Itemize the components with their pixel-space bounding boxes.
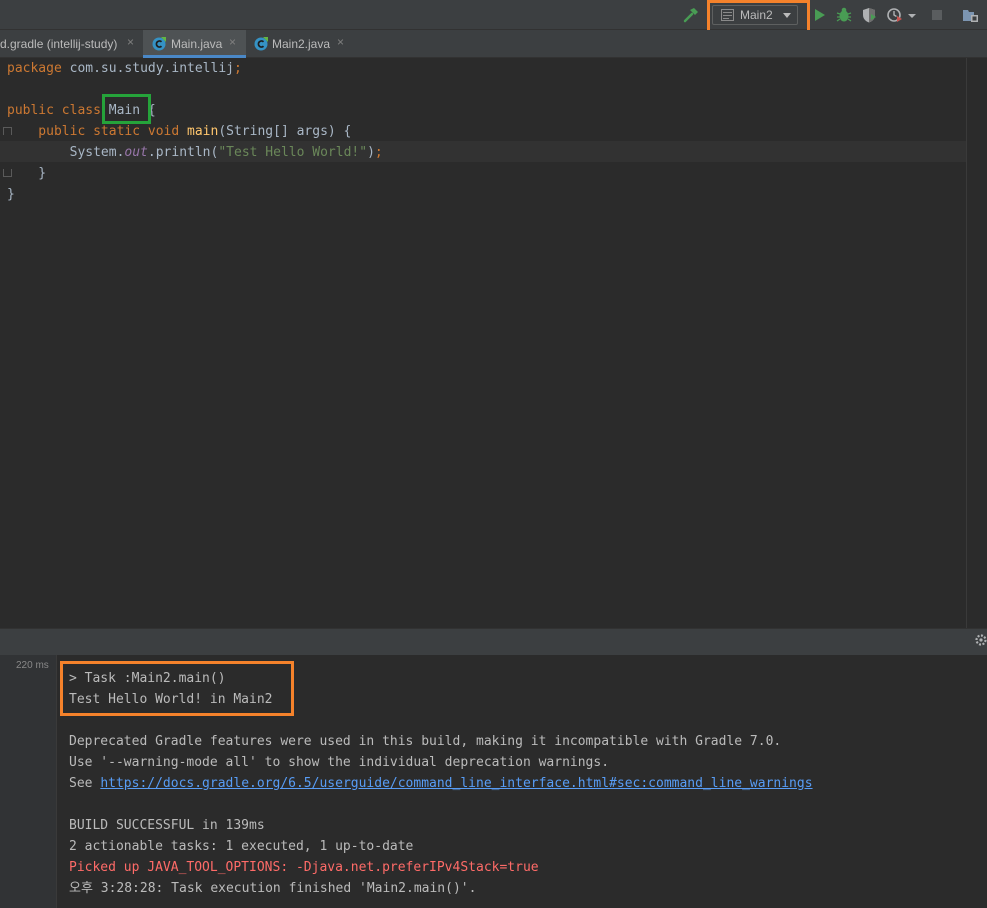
code-line[interactable]: public class Main { — [7, 100, 156, 121]
run-icon[interactable] — [810, 6, 828, 24]
console-line: See https://docs.gradle.org/6.5/userguid… — [69, 773, 813, 794]
console-line: 2 actionable tasks: 1 executed, 1 up-to-… — [69, 836, 413, 857]
project-structure-icon[interactable] — [961, 6, 979, 24]
code-token: } — [7, 166, 47, 181]
run-config-icon — [721, 9, 734, 21]
code-token: Main — [108, 103, 141, 118]
tab-label: d.gradle (intellij-study) — [0, 37, 118, 51]
run-tree-gutter: 220 ms — [0, 655, 57, 908]
run-config-label: Main2 — [740, 8, 773, 22]
java-class-icon — [254, 37, 268, 51]
code-line[interactable]: public static void main(String[] args) { — [7, 121, 351, 142]
tab-label: Main2.java — [272, 37, 331, 51]
fold-marker[interactable] — [3, 169, 12, 177]
debug-icon[interactable] — [835, 6, 853, 24]
code-token: ; — [374, 145, 383, 160]
console-text: Test Hello World! in Main2 — [69, 692, 273, 707]
code-token: System. — [7, 145, 125, 160]
tab-main2-java[interactable]: Main2.java × — [247, 30, 352, 58]
profiler-icon[interactable] — [886, 6, 904, 24]
run-configuration-selector[interactable]: Main2 — [712, 5, 798, 25]
code-token: com.su.study.intellij — [69, 61, 234, 76]
code-token: main — [187, 124, 219, 139]
code-token: .println( — [147, 145, 219, 160]
code-token: public class — [7, 103, 109, 118]
editor-scrollbar[interactable] — [966, 58, 967, 628]
chevron-down-icon — [783, 13, 791, 18]
console-text: BUILD SUCCESSFUL in 139ms — [69, 818, 265, 833]
console-line: Use '--warning-mode all' to show the ind… — [69, 752, 609, 773]
console-line: Deprecated Gradle features were used in … — [69, 731, 781, 752]
code-line[interactable]: } — [7, 163, 46, 184]
code-token: ; — [234, 61, 242, 76]
gear-icon[interactable] — [974, 633, 987, 647]
code-line[interactable]: package com.su.study.intellij; — [7, 58, 242, 79]
stop-icon[interactable] — [928, 6, 946, 24]
console-line: Picked up JAVA_TOOL_OPTIONS: -Djava.net.… — [69, 857, 539, 878]
code-line[interactable]: System.out.println("Test Hello World!"); — [7, 142, 383, 163]
console-line: > Task :Main2.main() — [69, 668, 226, 689]
main-toolbar: Main2 — [0, 0, 987, 30]
code-token: "Test Hello World!" — [218, 145, 368, 160]
tab-label: Main.java — [171, 37, 223, 51]
code-token: package — [7, 61, 70, 76]
console-text: See — [69, 776, 101, 791]
code-token: (String[] args) { — [218, 124, 352, 139]
console-text: Deprecated Gradle features were used in … — [69, 734, 782, 749]
build-hammer-icon[interactable] — [682, 6, 700, 24]
console-text: 2 actionable tasks: 1 executed, 1 up-to-… — [69, 839, 414, 854]
duration-label: 220 ms — [16, 660, 49, 671]
java-class-icon — [152, 37, 166, 51]
code-token: public static void — [7, 124, 188, 139]
console-line: BUILD SUCCESSFUL in 139ms — [69, 815, 265, 836]
code-token: { — [140, 103, 156, 118]
code-editor[interactable]: package com.su.study.intellij; public cla… — [0, 58, 987, 628]
code-token: } — [7, 187, 15, 202]
fold-marker[interactable] — [3, 127, 12, 135]
console-text: > Task :Main2.main() — [69, 671, 226, 686]
close-icon[interactable]: × — [229, 35, 236, 49]
run-console-output[interactable]: > Task :Main2.main() Test Hello World! in… — [57, 655, 987, 908]
coverage-icon[interactable] — [860, 6, 878, 24]
close-icon[interactable]: × — [127, 35, 134, 49]
code-line[interactable]: } — [7, 184, 15, 205]
editor-tab-bar: d.gradle (intellij-study) × Main.java × … — [0, 30, 987, 58]
code-token: out — [124, 145, 148, 160]
console-text: Use '--warning-mode all' to show the ind… — [69, 755, 610, 770]
console-line: 오후 3:28:28: Task execution finished 'Mai… — [69, 878, 476, 899]
docs-link[interactable]: https://docs.gradle.org/6.5/userguide/co… — [100, 776, 812, 791]
console-text: Picked up JAVA_TOOL_OPTIONS: -Djava.net.… — [69, 860, 539, 875]
run-panel-header — [0, 628, 987, 655]
chevron-down-icon[interactable] — [906, 6, 918, 24]
console-line: Test Hello World! in Main2 — [69, 689, 273, 710]
tab-build-gradle[interactable]: d.gradle (intellij-study) × — [0, 30, 142, 58]
tab-main-java[interactable]: Main.java × — [143, 30, 246, 58]
console-text: 오후 3:28:28: Task execution finished 'Mai… — [69, 881, 477, 896]
close-icon[interactable]: × — [337, 35, 344, 49]
code-token: ) — [367, 145, 375, 160]
